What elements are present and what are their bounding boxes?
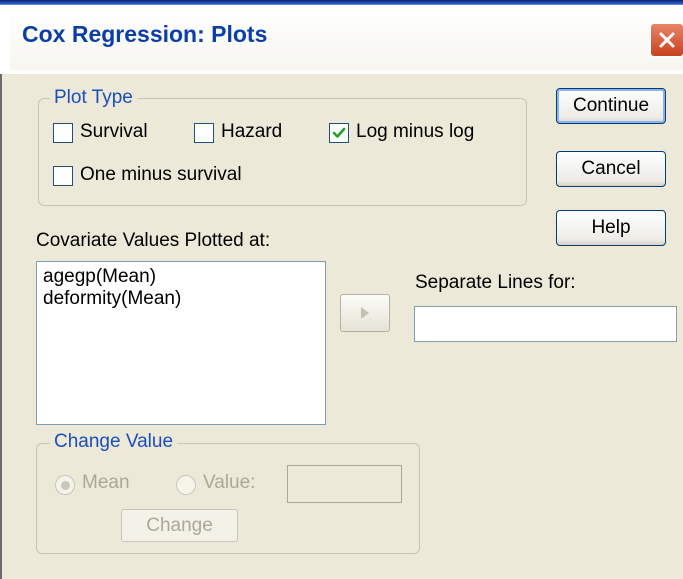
log-minus-log-label[interactable]: Log minus log	[356, 121, 474, 143]
covariate-values-list[interactable]: agegp(Mean) deformity(Mean)	[36, 261, 326, 425]
covariate-values-label: Covariate Values Plotted at:	[36, 230, 271, 251]
plot-type-legend: Plot Type	[50, 87, 137, 109]
close-icon	[659, 32, 675, 48]
plot-type-group	[38, 98, 527, 206]
radio-dot-icon	[60, 480, 70, 490]
value-label: Value:	[203, 472, 256, 493]
cancel-button[interactable]: Cancel	[556, 151, 666, 187]
hazard-label[interactable]: Hazard	[221, 121, 282, 143]
list-item[interactable]: deformity(Mean)	[43, 288, 319, 310]
change-value-legend: Change Value	[50, 431, 178, 453]
checkmark-icon	[332, 127, 346, 138]
window-title: Cox Regression: Plots	[22, 21, 268, 47]
close-button[interactable]	[649, 22, 683, 58]
list-item[interactable]: agegp(Mean)	[43, 266, 319, 288]
value-radio[interactable]	[176, 475, 196, 495]
log-minus-log-checkbox[interactable]	[329, 123, 349, 143]
separate-lines-field[interactable]	[414, 306, 677, 342]
help-button[interactable]: Help	[556, 210, 666, 246]
continue-button[interactable]: Continue	[556, 88, 666, 124]
survival-label[interactable]: Survival	[80, 121, 148, 143]
mean-radio[interactable]	[55, 475, 75, 495]
window-edge	[0, 74, 12, 579]
one-minus-survival-checkbox[interactable]	[53, 166, 73, 186]
move-variable-button[interactable]	[340, 294, 390, 332]
separate-lines-label: Separate Lines for:	[415, 272, 576, 293]
hazard-checkbox[interactable]	[194, 123, 214, 143]
value-field[interactable]	[287, 465, 402, 503]
right-arrow-icon	[361, 307, 369, 319]
one-minus-survival-label[interactable]: One minus survival	[80, 164, 242, 186]
change-button[interactable]: Change	[121, 509, 238, 542]
mean-label: Mean	[82, 472, 130, 493]
survival-checkbox[interactable]	[53, 123, 73, 143]
